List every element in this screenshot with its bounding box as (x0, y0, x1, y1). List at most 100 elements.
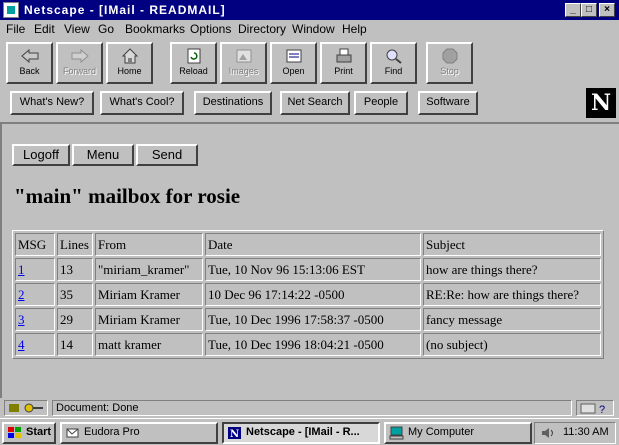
stop-button[interactable]: Stop (426, 42, 473, 84)
lines-cell: 29 (57, 308, 93, 331)
connection-key-icon (4, 400, 48, 416)
menu-file[interactable]: File (6, 22, 25, 36)
from-cell: "miriam_kramer" (95, 258, 203, 281)
date-cell: Tue, 10 Nov 96 15:13:06 EST (205, 258, 421, 281)
home-icon (121, 48, 138, 64)
task-label: Netscape - [IMail - R... (246, 426, 360, 438)
images-icon (236, 49, 251, 63)
open-icon (286, 49, 301, 63)
msg-cell: 3 (15, 308, 55, 331)
print-icon (336, 48, 351, 63)
column-header-subject: Subject (423, 233, 601, 256)
windows-logo-icon (8, 427, 21, 438)
print-label: Print (334, 66, 353, 76)
netscape-app-icon[interactable] (3, 2, 19, 18)
back-button[interactable]: Back (6, 42, 53, 84)
table-row: 1 13 "miriam_kramer" Tue, 10 Nov 96 15:1… (15, 258, 601, 281)
images-label: Images (228, 66, 259, 76)
security-mail-icon[interactable]: ? (576, 400, 614, 416)
logoff-button[interactable]: Logoff (12, 144, 70, 166)
find-label: Find (384, 66, 403, 76)
back-arrow-icon (20, 48, 38, 64)
subject-cell: (no subject) (423, 333, 601, 356)
maximize-button[interactable]: □ (581, 3, 597, 17)
msg-cell: 1 (15, 258, 55, 281)
date-cell: Tue, 10 Dec 1996 17:58:37 -0500 (205, 308, 421, 331)
menu-bookmarks[interactable]: Bookmarks (125, 22, 185, 36)
msg-cell: 4 (15, 333, 55, 356)
column-header-date: Date (205, 233, 421, 256)
netscape-logo[interactable]: N (586, 88, 616, 118)
taskbar: Start Eudora Pro N Netscape - [IMail - R… (0, 418, 619, 445)
menu-go[interactable]: Go (98, 22, 114, 36)
forward-label: Forward (62, 66, 96, 76)
table-row: 4 14 matt kramer Tue, 10 Dec 1996 18:04:… (15, 333, 601, 356)
table-header-row: MSG Lines From Date Subject (15, 233, 601, 256)
message-link[interactable]: 3 (18, 312, 25, 327)
forward-button[interactable]: Forward (56, 42, 103, 84)
whats-cool-button[interactable]: What's Cool? (100, 91, 184, 115)
close-button[interactable]: × (599, 3, 615, 17)
minimize-button[interactable]: _ (565, 3, 581, 17)
task-eudora[interactable]: Eudora Pro (60, 422, 218, 444)
stop-icon (442, 48, 457, 64)
from-cell: matt kramer (95, 333, 203, 356)
eudora-icon (66, 428, 79, 438)
lines-cell: 35 (57, 283, 93, 306)
open-label: Open (282, 66, 305, 76)
message-link[interactable]: 2 (18, 287, 25, 302)
task-my-computer[interactable]: My Computer (384, 422, 532, 444)
reload-button[interactable]: Reload (170, 42, 217, 84)
forward-arrow-icon (71, 48, 89, 64)
clock: 11:30 AM (563, 426, 609, 438)
status-bar: Document: Done ? (0, 398, 619, 418)
home-label: Home (117, 66, 142, 76)
netscape-icon: N (228, 427, 241, 440)
menu-options[interactable]: Options (190, 22, 231, 36)
title-bar[interactable]: Netscape - [IMail - READMAIL] _ □ × (0, 0, 619, 20)
open-button[interactable]: Open (270, 42, 317, 84)
menu-window[interactable]: Window (292, 22, 335, 36)
reload-icon (187, 48, 200, 64)
send-button[interactable]: Send (136, 144, 198, 166)
whats-new-button[interactable]: What's New? (10, 91, 94, 115)
task-label: My Computer (408, 426, 475, 438)
column-header-msg: MSG (15, 233, 55, 256)
directory-bar: What's New? What's Cool? Destinations Ne… (4, 89, 614, 117)
column-header-lines: Lines (57, 233, 93, 256)
home-button[interactable]: Home (106, 42, 153, 84)
task-netscape[interactable]: N Netscape - [IMail - R... (222, 422, 380, 444)
computer-icon (389, 426, 404, 440)
from-cell: Miriam Kramer (95, 308, 203, 331)
menu-directory[interactable]: Directory (238, 22, 286, 36)
menu-help[interactable]: Help (342, 22, 367, 36)
menu-bar: File Edit View Go Bookmarks Options Dire… (0, 20, 619, 38)
svg-text:N: N (230, 429, 239, 440)
window-title: Netscape - [IMail - READMAIL] (24, 3, 226, 17)
images-button[interactable]: Images (220, 42, 267, 84)
speaker-icon[interactable] (540, 426, 556, 440)
menu-edit[interactable]: Edit (34, 22, 55, 36)
back-label: Back (19, 66, 40, 76)
find-button[interactable]: Find (370, 42, 417, 84)
svg-text:?: ? (599, 404, 605, 415)
subject-cell: fancy message (423, 308, 601, 331)
reload-label: Reload (179, 66, 208, 76)
print-button[interactable]: Print (320, 42, 367, 84)
task-label: Eudora Pro (84, 426, 140, 438)
menu-button[interactable]: Menu (72, 144, 134, 166)
software-button[interactable]: Software (418, 91, 478, 115)
system-tray: 11:30 AM (534, 422, 616, 444)
subject-cell: RE:Re: how are things there? (423, 283, 601, 306)
menu-view[interactable]: View (64, 22, 90, 36)
destinations-button[interactable]: Destinations (194, 91, 272, 115)
start-button[interactable]: Start (2, 422, 56, 444)
table-row: 2 35 Miriam Kramer 10 Dec 96 17:14:22 -0… (15, 283, 601, 306)
subject-cell: how are things there? (423, 258, 601, 281)
message-link[interactable]: 4 (18, 337, 25, 352)
net-search-button[interactable]: Net Search (280, 91, 350, 115)
msg-cell: 2 (15, 283, 55, 306)
people-button[interactable]: People (354, 91, 408, 115)
lines-cell: 14 (57, 333, 93, 356)
message-link[interactable]: 1 (18, 262, 25, 277)
